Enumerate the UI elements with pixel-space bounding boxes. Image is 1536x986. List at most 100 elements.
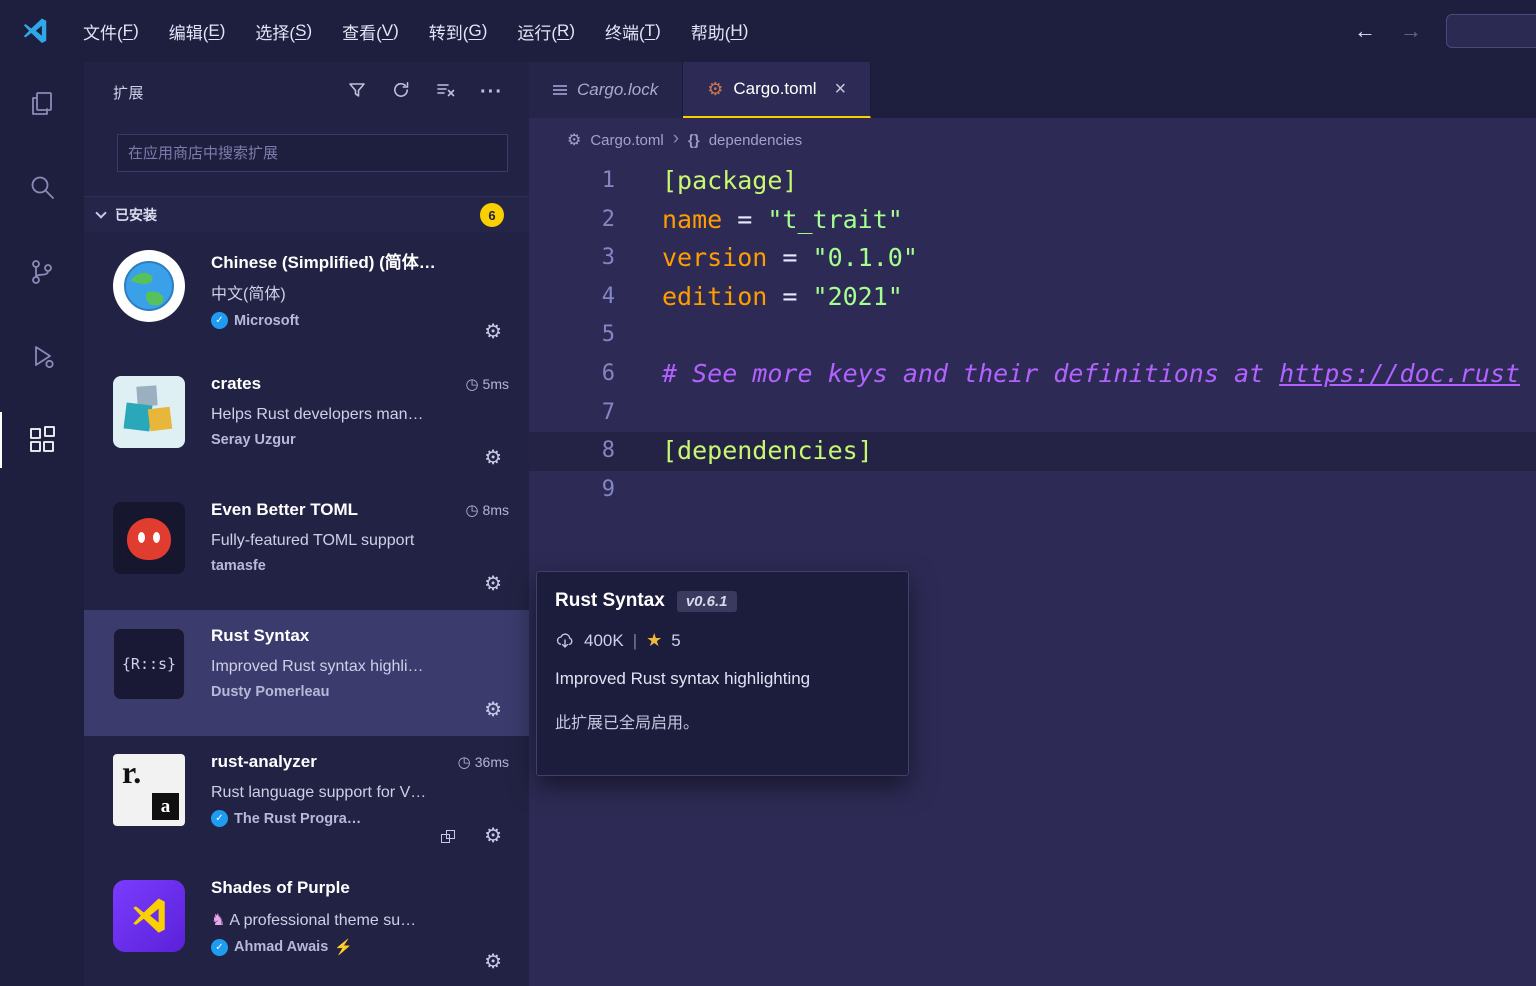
- file-lines-icon: [553, 85, 567, 95]
- more-actions-icon[interactable]: ···: [480, 82, 503, 102]
- command-center-search[interactable]: [1446, 14, 1536, 48]
- code-line: 6 # See more keys and their definitions a…: [529, 355, 1536, 394]
- close-tab-icon[interactable]: ×: [835, 78, 847, 101]
- manage-gear-icon[interactable]: ⚙: [484, 697, 502, 722]
- extension-publisher: tamasfe: [211, 558, 266, 574]
- menu-help[interactable]: 帮助(H): [676, 0, 764, 62]
- extensions-sidebar: 扩展 ··· 已安装 6 Chinese (Simplified) (简体… 中…: [84, 62, 529, 986]
- extension-item-crates[interactable]: crates ◷ 5ms Helps Rust developers man… S…: [84, 358, 529, 484]
- extension-name: Rust Syntax: [211, 626, 310, 645]
- cloud-download-icon: [556, 633, 573, 648]
- extension-name: Shades of Purple: [211, 878, 350, 897]
- refresh-icon[interactable]: [391, 80, 411, 105]
- sidebar-header: 扩展 ···: [84, 62, 529, 122]
- hover-enabled-note: 此扩展已全局启用。: [555, 715, 700, 732]
- code-line-current: 8 [dependencies]: [529, 432, 1536, 471]
- source-control-icon[interactable]: [0, 230, 84, 314]
- activation-time: ◷ 5ms: [465, 376, 509, 393]
- extension-description: Rust language support for V…: [211, 784, 427, 801]
- extension-item-chinese-simplified[interactable]: Chinese (Simplified) (简体… 中文(简体) ✓ Micro…: [84, 232, 529, 358]
- titlebar: 文件(F) 编辑(E) 选择(S) 查看(V) 转到(G) 运行(R) 终端(T…: [0, 0, 1536, 62]
- activity-bar: [0, 62, 84, 986]
- manage-gear-icon[interactable]: ⚙: [484, 949, 502, 974]
- breadcrumb: ⚙ Cargo.toml › {} dependencies: [529, 118, 1536, 162]
- line-number: 9: [601, 476, 615, 502]
- breadcrumb-file[interactable]: Cargo.toml: [590, 132, 663, 149]
- breadcrumb-symbol[interactable]: dependencies: [709, 132, 802, 149]
- menu-edit[interactable]: 编辑(E): [154, 0, 241, 62]
- extensions-icon[interactable]: [0, 398, 84, 482]
- version-badge: v0.6.1: [676, 590, 737, 612]
- hover-extension-name: Rust Syntax: [555, 590, 665, 611]
- clear-search-results-icon[interactable]: [435, 80, 456, 105]
- sidebar-title: 扩展: [113, 84, 145, 102]
- tab-cargo-toml[interactable]: ⚙ Cargo.toml ×: [683, 62, 872, 118]
- tab-bar: Cargo.lock ⚙ Cargo.toml ×: [529, 62, 1536, 118]
- code-line: 2 name = "t_trait": [529, 201, 1536, 240]
- toml-file-icon: ⚙: [707, 78, 724, 99]
- activation-time: ◷ 36ms: [457, 754, 509, 771]
- chevron-down-icon: [95, 206, 107, 219]
- run-debug-icon[interactable]: [0, 314, 84, 398]
- vscode-logo-icon: [23, 18, 47, 43]
- explorer-icon[interactable]: [0, 62, 84, 146]
- menu-go[interactable]: 转到(G): [414, 0, 503, 62]
- verified-publisher-icon: ✓: [211, 938, 228, 956]
- extension-item-rust-analyzer[interactable]: r. a rust-analyzer ◷ 36ms Rust language s…: [84, 736, 529, 862]
- extension-description: Improved Rust syntax highli…: [211, 658, 424, 675]
- extension-description: 中文(简体): [211, 286, 286, 303]
- line-number: 2: [601, 206, 615, 232]
- extension-logo-rust-analyzer: r. a: [113, 754, 185, 826]
- history-clock-icon: ◷: [457, 754, 471, 771]
- menu-run[interactable]: 运行(R): [502, 0, 590, 62]
- extension-publisher: The Rust Progra…: [234, 810, 362, 827]
- extension-publisher: Dusty Pomerleau: [211, 684, 330, 700]
- extension-item-even-better-toml[interactable]: Even Better TOML ◷ 8ms Fully-featured TOM…: [84, 484, 529, 610]
- extension-publisher: Microsoft: [234, 312, 300, 329]
- line-number: 4: [601, 283, 615, 309]
- extension-indicator-icon[interactable]: [441, 830, 457, 844]
- manage-gear-icon[interactable]: ⚙: [484, 445, 502, 470]
- activation-time: ◷ 8ms: [465, 502, 509, 519]
- manage-gear-icon[interactable]: ⚙: [484, 571, 502, 596]
- unicorn-icon: ♞: [211, 912, 226, 929]
- installed-count-badge: 6: [480, 203, 504, 227]
- menu-file[interactable]: 文件(F): [68, 0, 154, 62]
- extension-logo-rust-syntax: {R::s}: [113, 628, 185, 700]
- menu-view[interactable]: 查看(V): [327, 0, 414, 62]
- doc-link[interactable]: https://doc.rust: [1279, 359, 1520, 388]
- line-number: 5: [601, 322, 615, 348]
- extension-name: crates: [211, 374, 262, 393]
- extension-hover-card: Rust Syntax v0.6.1 400K | ★ 5 Improved R…: [536, 571, 909, 776]
- verified-publisher-icon: ✓: [211, 312, 228, 329]
- toml-file-icon: ⚙: [567, 132, 582, 149]
- manage-gear-icon[interactable]: ⚙: [484, 823, 502, 848]
- menu-terminal[interactable]: 终端(T): [590, 0, 676, 62]
- extension-item-shades-of-purple[interactable]: Shades of Purple ♞ A professional theme s…: [84, 862, 529, 986]
- installed-section-header[interactable]: 已安装 6: [84, 196, 529, 232]
- code-line: 5: [529, 316, 1536, 355]
- star-icon: ★: [646, 630, 663, 650]
- code-line: 1 [package]: [529, 162, 1536, 201]
- menubar: 文件(F) 编辑(E) 选择(S) 查看(V) 转到(G) 运行(R) 终端(T…: [68, 0, 763, 62]
- filter-icon[interactable]: [347, 80, 367, 105]
- extension-list: Chinese (Simplified) (简体… 中文(简体) ✓ Micro…: [84, 232, 529, 986]
- manage-gear-icon[interactable]: ⚙: [484, 319, 502, 344]
- breadcrumb-chevron-icon: ›: [672, 128, 680, 149]
- menu-selection[interactable]: 选择(S): [240, 0, 327, 62]
- extension-publisher: Seray Uzgur: [211, 432, 296, 448]
- code-line: 7: [529, 394, 1536, 433]
- extension-logo-toml: [113, 502, 185, 574]
- tab-cargo-lock[interactable]: Cargo.lock: [529, 62, 684, 118]
- navigate-back-icon[interactable]: ←: [1348, 0, 1382, 62]
- extension-item-rust-syntax[interactable]: {R::s} Rust Syntax Improved Rust syntax …: [84, 610, 529, 736]
- extensions-search-input[interactable]: [117, 134, 508, 172]
- code-line: 3 version = "0.1.0": [529, 239, 1536, 278]
- verified-publisher-icon: ✓: [211, 810, 228, 827]
- extension-description: Helps Rust developers man…: [211, 406, 424, 423]
- line-number: 1: [601, 168, 615, 193]
- extension-description: Fully-featured TOML support: [211, 532, 415, 549]
- line-number: 7: [601, 399, 615, 425]
- navigate-forward-icon[interactable]: →: [1394, 0, 1428, 62]
- search-icon[interactable]: [0, 146, 84, 230]
